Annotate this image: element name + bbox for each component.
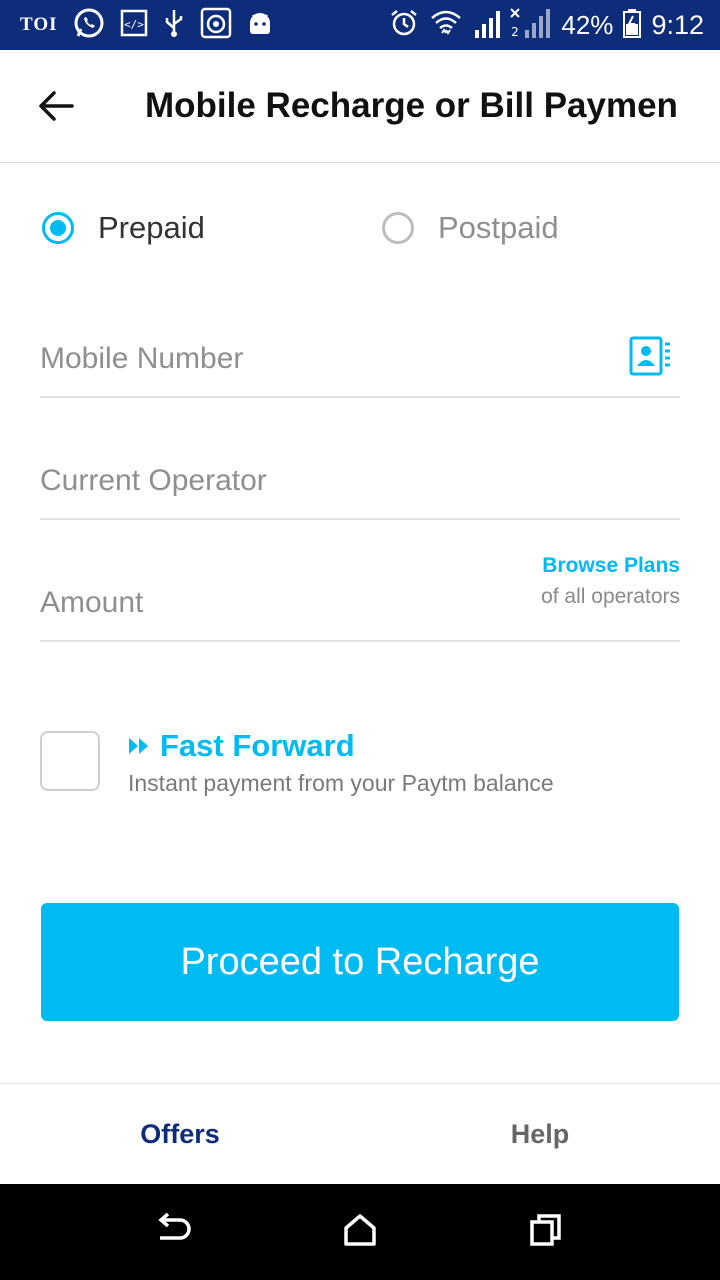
svg-text:2: 2 [512,25,520,39]
fast-forward-title: Fast Forward [128,728,355,764]
amount-input[interactable] [40,586,600,620]
system-nav-bar [0,1184,720,1280]
app-bar: Mobile Recharge or Bill Paymen [0,50,720,163]
whatsapp-icon [72,6,106,45]
back-arrow-icon [152,1212,192,1253]
battery-icon [623,8,642,43]
amount-field: Browse Plans of all operators [40,548,680,642]
nav-home-button[interactable] [336,1208,384,1256]
current-operator-input[interactable] [40,464,600,498]
current-operator-field [40,442,680,520]
page-title: Mobile Recharge or Bill Paymen [145,86,678,125]
usb-icon [162,8,186,43]
recents-icon [528,1212,564,1253]
nav-recents-button[interactable] [522,1208,570,1256]
toi-label: TOI [20,14,58,35]
status-right-icons: 2 42% 9:12 [389,0,704,50]
prepaid-radio[interactable]: Prepaid [42,210,205,246]
clock-time: 9:12 [651,9,704,40]
status-bar: TOI </> 2 42% 9:12 [0,0,720,50]
postpaid-radio[interactable]: Postpaid [382,210,559,246]
fast-forward-subtitle: Instant payment from your Paytm balance [128,770,554,796]
camera-icon [200,7,232,44]
alarm-icon [389,8,419,43]
mobile-number-field [40,320,680,398]
arrow-left-icon [38,90,74,127]
wifi-icon [429,7,463,44]
fast-forward-checkbox[interactable] [40,731,100,791]
radio-unselected-icon [382,212,414,244]
battery-percent: 42% [561,9,614,40]
tab-help[interactable]: Help [360,1084,720,1184]
code-icon: </> [120,9,148,42]
android-icon [246,9,274,42]
signal-icon: 2 [473,6,551,45]
prepaid-label: Prepaid [98,210,205,245]
postpaid-label: Postpaid [438,210,559,245]
tab-offers[interactable]: Offers [0,1084,360,1184]
contact-book-icon[interactable] [628,334,672,378]
home-icon [342,1212,378,1253]
fast-forward-icon [128,728,150,764]
plan-type-radio-group: Prepaid Postpaid [0,210,720,260]
proceed-to-recharge-button[interactable]: Proceed to Recharge [41,903,679,1021]
bottom-tabs: Offers Help [0,1083,720,1184]
browse-plans-link[interactable]: Browse Plans [542,554,680,578]
mobile-number-input[interactable] [40,342,600,376]
svg-text:</>: </> [124,18,144,31]
fast-forward-label: Fast Forward [160,728,355,763]
radio-selected-icon [42,212,74,244]
nav-back-button[interactable] [148,1208,196,1256]
browse-plans-subtitle: of all operators [541,585,680,608]
back-button[interactable] [28,80,84,136]
status-left-icons: TOI </> [0,6,274,45]
